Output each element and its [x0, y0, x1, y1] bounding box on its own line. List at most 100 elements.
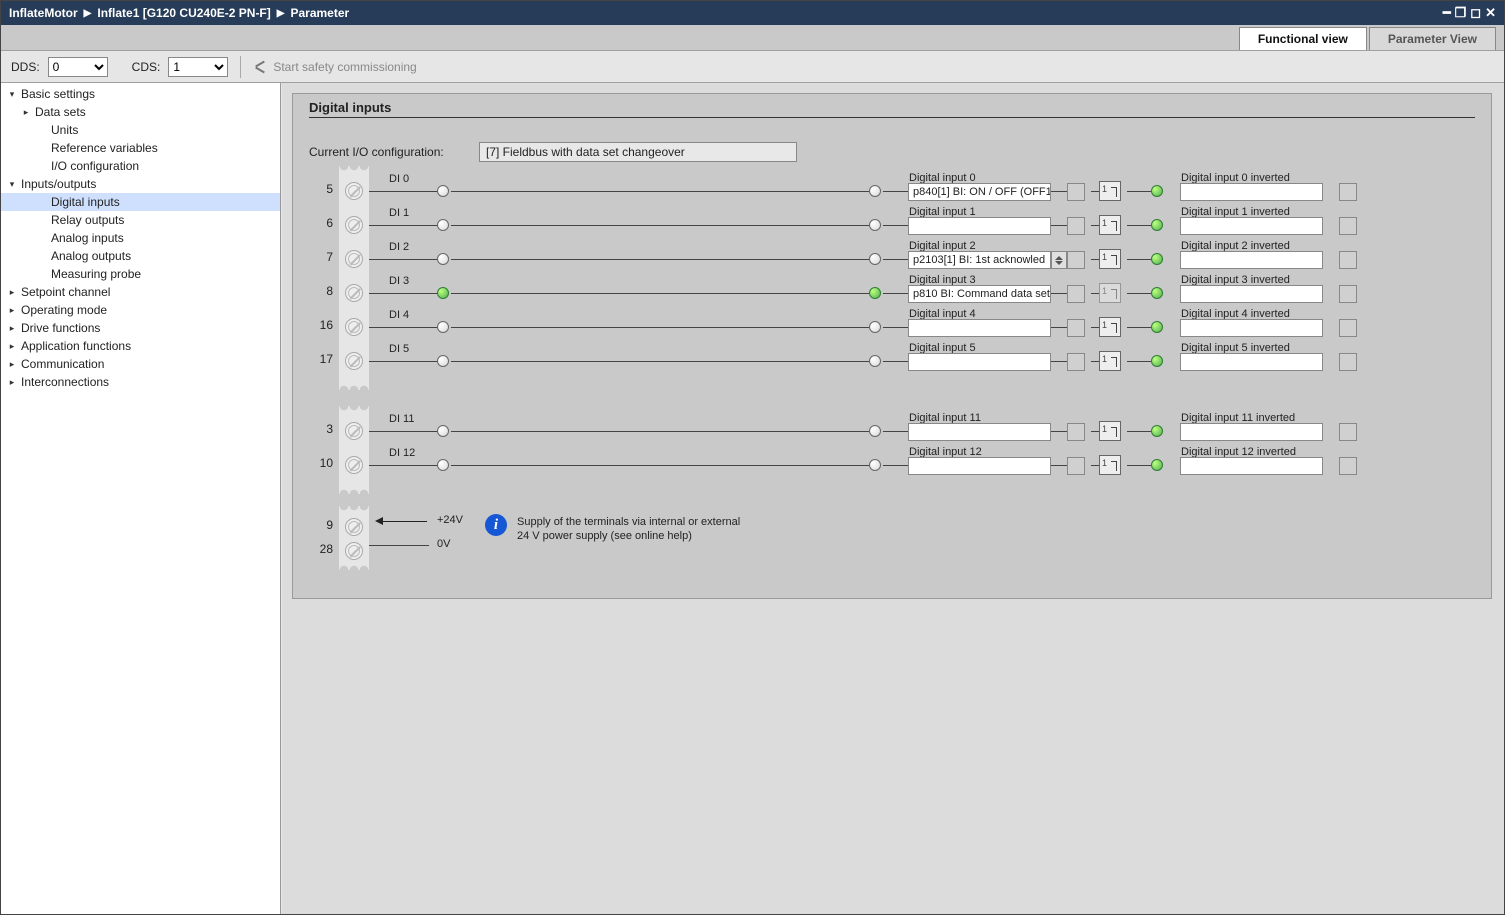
breadcrumb-part[interactable]: InflateMotor — [9, 6, 78, 20]
wire — [1127, 259, 1151, 260]
inverter-gate-icon[interactable] — [1099, 351, 1121, 371]
di-row-di3: 8DI 3Digital input 3p810 BI: Command dat… — [309, 276, 1475, 310]
tree-item-drive-functions[interactable]: ▸Drive functions — [1, 319, 280, 337]
maximize-button[interactable]: ◻ — [1470, 5, 1481, 21]
safety-commissioning-button[interactable]: Start safety commissioning — [253, 60, 416, 74]
inverter-gate-icon[interactable] — [1099, 421, 1121, 441]
di-row-di11: 3DI 11Digital input 11Digital input 11 i… — [309, 414, 1475, 448]
breadcrumb-part[interactable]: Inflate1 [G120 CU240E-2 PN-F] — [97, 6, 270, 20]
di-inverted-select-button[interactable] — [1339, 183, 1357, 201]
tree-item-communication[interactable]: ▸Communication — [1, 355, 280, 373]
wire — [1127, 293, 1151, 294]
di-select-button[interactable] — [1067, 285, 1085, 303]
di-interconnection-field[interactable] — [908, 457, 1051, 475]
di-select-button[interactable] — [1067, 319, 1085, 337]
tree-item-interconnections[interactable]: ▸Interconnections — [1, 373, 280, 391]
di-inverted-select-button[interactable] — [1339, 285, 1357, 303]
dds-select[interactable]: 0 — [48, 57, 108, 77]
di-interconnection-field[interactable] — [908, 217, 1051, 235]
terminal-number: 9 — [309, 518, 333, 532]
tree-item-basic-settings[interactable]: ▾Basic settings — [1, 85, 280, 103]
tree-item-label: I/O configuration — [51, 159, 139, 173]
tab-functional-view[interactable]: Functional view — [1239, 27, 1367, 50]
di-select-button[interactable] — [1067, 251, 1085, 269]
di-inverted-select-button[interactable] — [1339, 457, 1357, 475]
terminal-icon — [345, 542, 363, 560]
di-interconnection-field[interactable]: p840[1] BI: ON / OFF (OFF1) — [908, 183, 1051, 201]
tree-item-analog-outputs[interactable]: Analog outputs — [1, 247, 280, 265]
terminal-number: 5 — [309, 182, 333, 196]
inverter-gate-icon[interactable] — [1099, 181, 1121, 201]
di-inverted-field[interactable] — [1180, 423, 1323, 441]
wire — [369, 293, 439, 294]
tree-item-measuring-probe[interactable]: Measuring probe — [1, 265, 280, 283]
arrow-left-icon — [377, 521, 427, 522]
breadcrumb-part[interactable]: Parameter — [290, 6, 349, 20]
inverter-gate-icon[interactable] — [1099, 283, 1121, 303]
di-interconnection-field[interactable]: p810 BI: Command data set se — [908, 285, 1051, 303]
di-select-button[interactable] — [1067, 353, 1085, 371]
di-inverted-field[interactable] — [1180, 183, 1323, 201]
inverter-gate-icon[interactable] — [1099, 249, 1121, 269]
di-select-button[interactable] — [1067, 423, 1085, 441]
di-inverted-select-button[interactable] — [1339, 353, 1357, 371]
di-inverted-field[interactable] — [1180, 217, 1323, 235]
tree-item-label: Analog inputs — [51, 231, 124, 245]
tree-item-digital-inputs[interactable]: Digital inputs — [1, 193, 280, 211]
signal-led-icon — [1151, 219, 1163, 231]
cds-select[interactable]: 1 — [168, 57, 228, 77]
di-inverted-field[interactable] — [1180, 251, 1323, 269]
wire — [1091, 465, 1099, 466]
terminal-icon — [345, 250, 363, 268]
wire — [369, 225, 439, 226]
inverter-gate-icon[interactable] — [1099, 215, 1121, 235]
di-inverted-field[interactable] — [1180, 457, 1323, 475]
tree-item-inputs-outputs[interactable]: ▾Inputs/outputs — [1, 175, 280, 193]
di-interconnection-field[interactable]: p2103[1] BI: 1st acknowled — [908, 251, 1051, 269]
tree-item-label: Application functions — [21, 339, 131, 353]
di-inverted-select-button[interactable] — [1339, 423, 1357, 441]
di-select-button[interactable] — [1067, 217, 1085, 235]
tree-item-relay-outputs[interactable]: Relay outputs — [1, 211, 280, 229]
minimize-button[interactable]: ━ — [1443, 5, 1451, 21]
tree-item-application-functions[interactable]: ▸Application functions — [1, 337, 280, 355]
di-inverted-select-button[interactable] — [1339, 217, 1357, 235]
di-inverted-field[interactable] — [1180, 319, 1323, 337]
terminal-icon — [345, 216, 363, 234]
di-inverted-select-button[interactable] — [1339, 251, 1357, 269]
di-label: DI 11 — [389, 413, 414, 425]
tab-parameter-view[interactable]: Parameter View — [1369, 27, 1496, 50]
di-interconnection-field[interactable] — [908, 423, 1051, 441]
tree-item-units[interactable]: Units — [1, 121, 280, 139]
tree-item-setpoint-channel[interactable]: ▸Setpoint channel — [1, 283, 280, 301]
di-interconnection-field[interactable] — [908, 319, 1051, 337]
di-inverted-select-button[interactable] — [1339, 319, 1357, 337]
panel-underline — [309, 117, 1475, 118]
tree-item-operating-mode[interactable]: ▸Operating mode — [1, 301, 280, 319]
stepper-icon[interactable] — [1051, 251, 1067, 269]
tree-item-data-sets[interactable]: ▸Data sets — [1, 103, 280, 121]
di-inverted-field[interactable] — [1180, 285, 1323, 303]
close-button[interactable]: ✕ — [1485, 5, 1496, 21]
chevron-right-icon: ▸ — [7, 305, 17, 316]
tree-item-reference-variables[interactable]: Reference variables — [1, 139, 280, 157]
di-select-button[interactable] — [1067, 183, 1085, 201]
toolbar-separator — [240, 56, 241, 78]
inverter-gate-icon[interactable] — [1099, 317, 1121, 337]
di-label: DI 2 — [389, 241, 409, 253]
io-config-value[interactable]: [7] Fieldbus with data set changeover — [479, 142, 797, 162]
signal-led-icon — [437, 185, 449, 197]
wire — [369, 431, 439, 432]
signal-led-icon — [437, 459, 449, 471]
inverter-gate-icon[interactable] — [1099, 455, 1121, 475]
titlebar: InflateMotor ▶ Inflate1 [G120 CU240E-2 P… — [1, 1, 1504, 25]
tree-item-label: Communication — [21, 357, 104, 371]
di-select-button[interactable] — [1067, 457, 1085, 475]
nav-tree[interactable]: ▾Basic settings▸Data setsUnitsReference … — [1, 83, 281, 914]
split-button[interactable]: ❐ — [1455, 5, 1467, 21]
di-inverted-field[interactable] — [1180, 353, 1323, 371]
di-interconnection-field[interactable] — [908, 353, 1051, 371]
tree-item-i-o-configuration[interactable]: I/O configuration — [1, 157, 280, 175]
terminal-number: 8 — [309, 284, 333, 298]
tree-item-analog-inputs[interactable]: Analog inputs — [1, 229, 280, 247]
